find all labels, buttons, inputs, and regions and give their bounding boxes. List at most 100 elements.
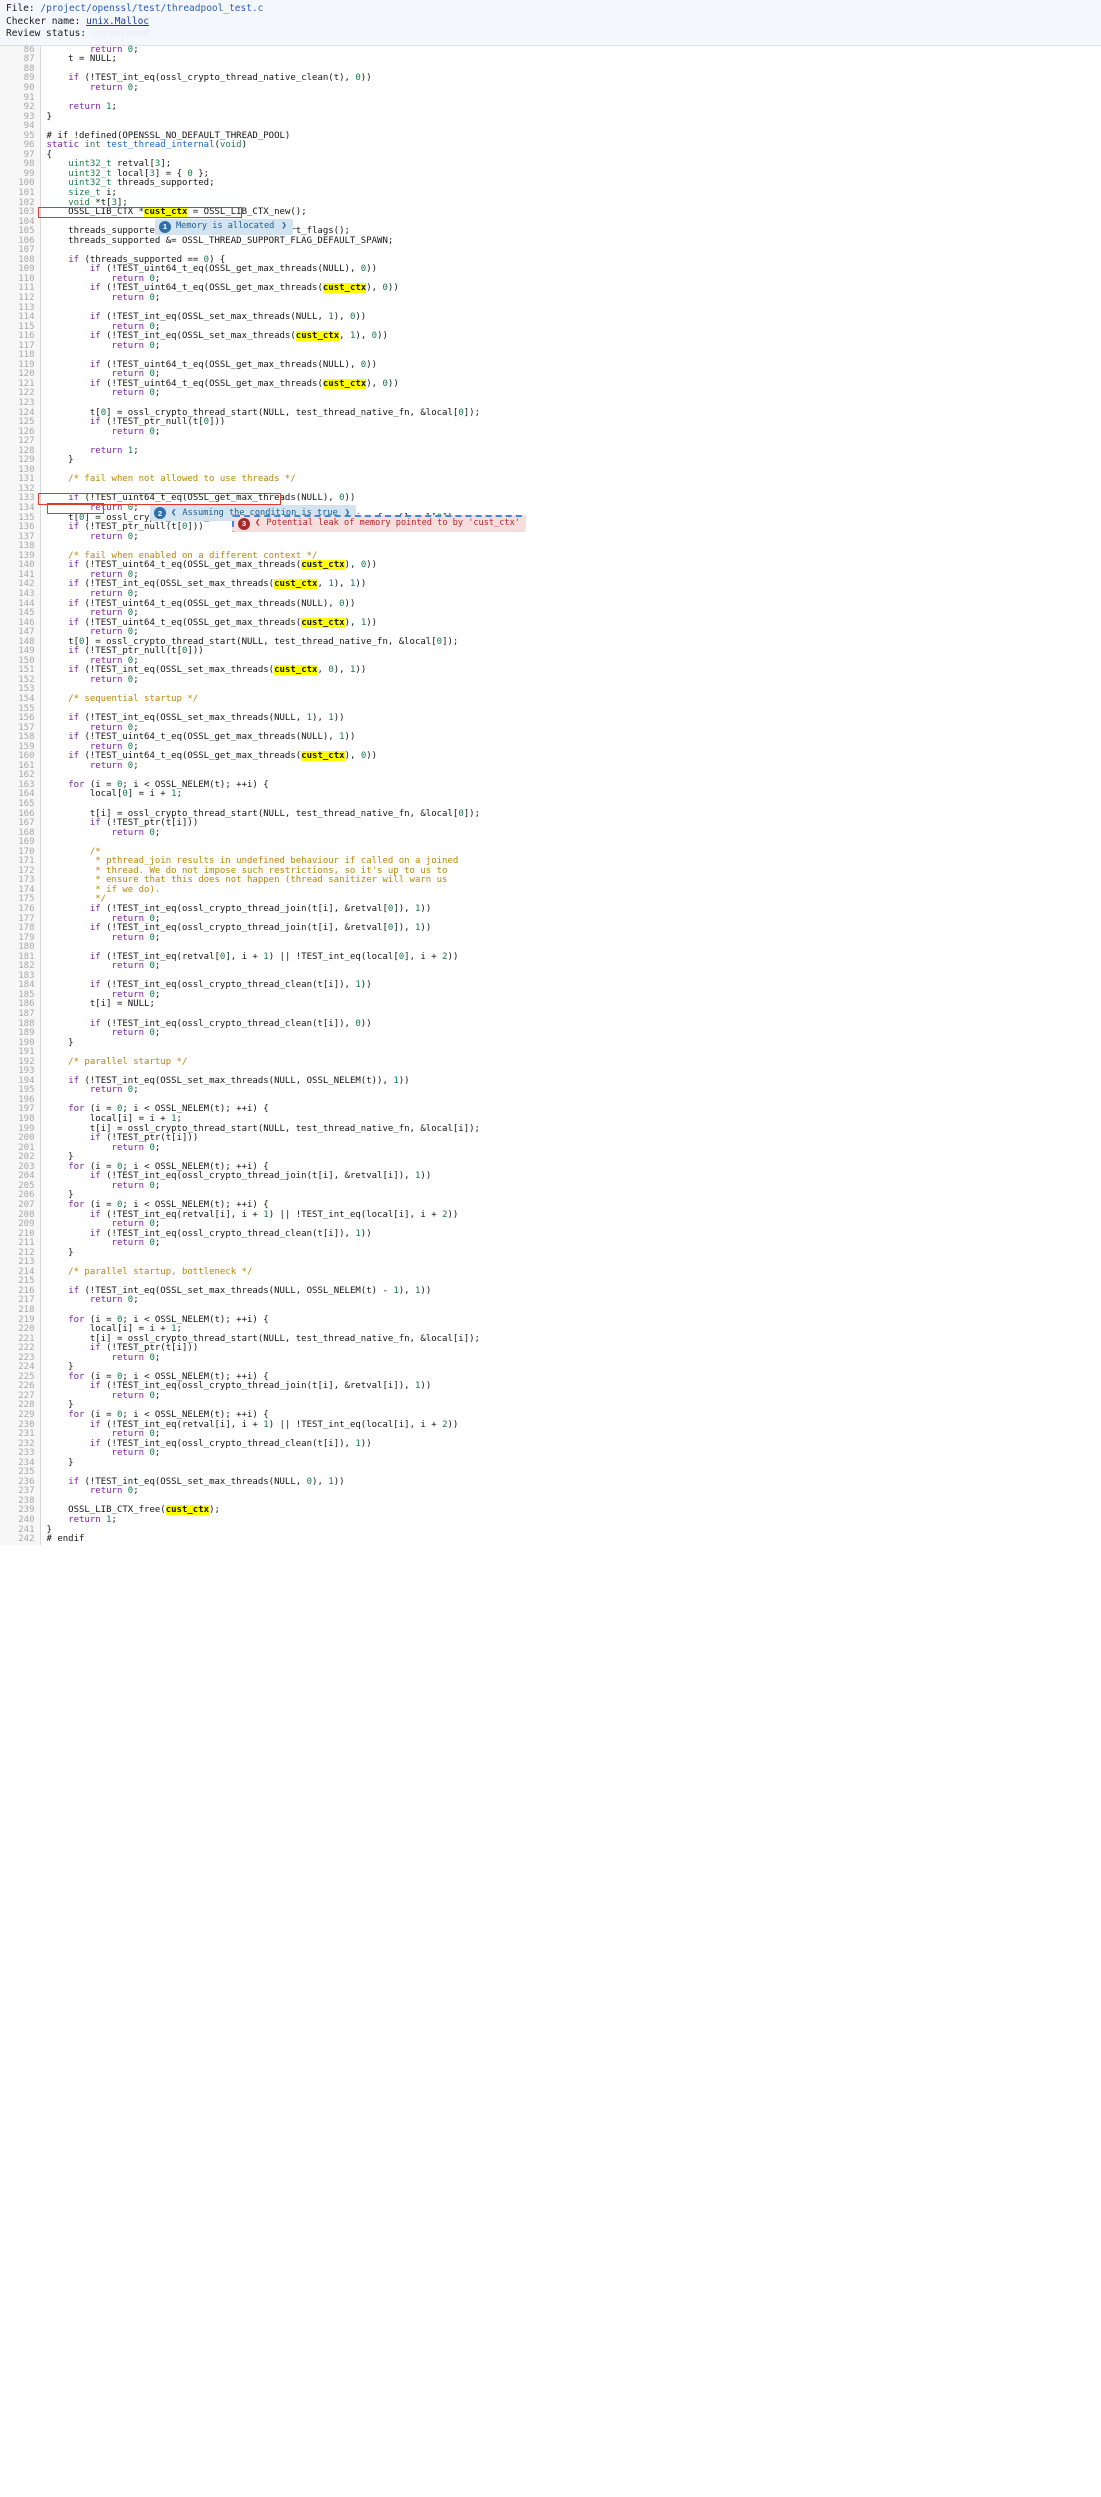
highlighted-symbol[interactable]: cust_ctx (322, 283, 367, 294)
code-token: /* fail when not allowed to use threads … (46, 474, 296, 485)
code-token: (i = (84, 1409, 117, 1420)
highlighted-symbol[interactable]: cust_ctx (322, 378, 367, 389)
code-token: return (111, 273, 145, 284)
code-token: # if !defined(OPENSSL_NO_DEFAULT_THREAD_… (46, 130, 291, 141)
step-number-badge: 2 (154, 507, 166, 520)
highlighted-symbol[interactable]: cust_ctx (295, 331, 340, 342)
line-source: return 0; (40, 293, 480, 304)
code-token: (!TEST_uint64_t_eq(OSSL_get_max_threads( (79, 751, 302, 762)
code-line: 240 return 1; (0, 1515, 480, 1526)
code-token: return (111, 1390, 145, 1401)
next-step-arrow-icon[interactable]: ❯ (281, 221, 286, 232)
code-token: return (89, 722, 123, 733)
code-token: ; (111, 102, 117, 113)
code-line: 129 } (0, 456, 480, 466)
code-token: size_t (68, 187, 101, 198)
code-token: return (111, 293, 145, 303)
code-token: (!TEST_int_eq(OSSL_set_max_threads( (100, 331, 296, 342)
code-token: if (68, 598, 80, 609)
code-line: 152 return 0; (0, 675, 480, 686)
code-token: return (89, 1085, 123, 1096)
code-token: (i = (84, 1371, 117, 1382)
checker-label: Checker name: (6, 15, 81, 27)
code-token: (!TEST_ptr(t[i])) (100, 1133, 199, 1144)
code-token: )) (420, 1285, 432, 1296)
code-token: ]; (116, 197, 128, 208)
highlighted-symbol[interactable]: cust_ctx (144, 207, 188, 218)
highlighted-symbol[interactable]: cust_ctx (274, 579, 318, 590)
highlighted-symbol[interactable]: cust_ctx (165, 1505, 210, 1516)
annotation-bubble-1[interactable]: 1 Memory is allocated ❯ (155, 218, 293, 235)
code-token: )) (333, 713, 345, 724)
code-token: if (89, 417, 101, 428)
code-token: )) (355, 579, 367, 590)
code-token: return (89, 569, 123, 580)
code-token: ; (154, 1448, 161, 1459)
code-token: (!TEST_int_eq(ossl_crypto_thread_join(t[… (100, 1381, 415, 1392)
prev-step-arrow-icon[interactable]: ❮ (171, 508, 176, 519)
code-token: t[ (46, 407, 101, 418)
code-token: return (89, 1486, 123, 1497)
line-source: return 0; (40, 83, 480, 94)
code-token: if (68, 646, 80, 657)
code-token: if (89, 312, 101, 323)
code-token: if (89, 1381, 101, 1392)
highlighted-symbol[interactable]: cust_ctx (274, 665, 318, 676)
source-code-viewer[interactable]: 86 return 0; 87 t = NULL; 88 89 if (!TEST_… (0, 45, 1101, 1545)
code-token: if (89, 904, 101, 914)
code-line: 195 return 0; (0, 1086, 480, 1096)
code-token: ; (133, 1295, 139, 1306)
highlighted-symbol[interactable]: cust_ctx (301, 617, 345, 628)
code-token: ; (154, 1352, 161, 1363)
code-token: if (68, 617, 80, 628)
code-token: ] = ossl_crypto_thread_start(NULL, test_… (106, 407, 459, 418)
code-token: int (84, 140, 101, 151)
review-status-value[interactable]: unreviewed (92, 28, 149, 39)
code-token: if (89, 1228, 101, 1239)
code-token: { (46, 149, 52, 160)
code-token: return (111, 1180, 145, 1191)
code-token: ; i < OSSL_NELEM(t); ++i) { (122, 779, 269, 790)
line-number[interactable]: 242 (0, 1535, 41, 1545)
highlighted-symbol[interactable]: cust_ctx (301, 751, 345, 762)
code-token: (i = (84, 1104, 117, 1115)
code-token: ; (154, 913, 161, 924)
code-token: NULL (127, 999, 150, 1010)
highlighted-symbol[interactable]: cust_ctx (301, 560, 345, 571)
step-number-badge: 1 (159, 220, 171, 233)
line-source: return 1; (40, 1515, 480, 1526)
code-token: ]); (442, 636, 459, 647)
code-token: uint32_t (68, 168, 112, 179)
code-token: if (89, 1133, 101, 1144)
code-token: ), (398, 1285, 415, 1296)
line-source: return 0; (40, 1296, 480, 1306)
code-token: , (317, 665, 329, 676)
line-source: return 0; (40, 1143, 480, 1154)
checker-name-link[interactable]: unix.Malloc (86, 16, 149, 27)
code-token: (!TEST_int_eq(OSSL_set_max_threads( (79, 579, 275, 590)
code-token: ) || !TEST_int_eq(local[i], i + (268, 1209, 443, 1220)
code-token: )) (333, 1476, 345, 1487)
code-token: t[i] = ossl_crypto_thread_start(NULL, te… (46, 1333, 480, 1344)
annotation-bubble-3[interactable]: 3 ❮ Potential leak of memory pointed to by… (232, 514, 526, 532)
code-token: ] = ossl_crypto_thread_start(NULL, test_… (84, 636, 437, 647)
line-source: } (40, 1525, 480, 1536)
code-line: 161 return 0; (0, 761, 480, 772)
prev-step-arrow-icon[interactable]: ❮ (255, 518, 260, 529)
code-token: return (111, 932, 145, 943)
code-token: ; (176, 789, 182, 800)
code-token: test_thread_internal (106, 140, 215, 151)
code-token: (!TEST_uint64_t_eq(OSSL_get_max_threads(… (100, 359, 361, 370)
